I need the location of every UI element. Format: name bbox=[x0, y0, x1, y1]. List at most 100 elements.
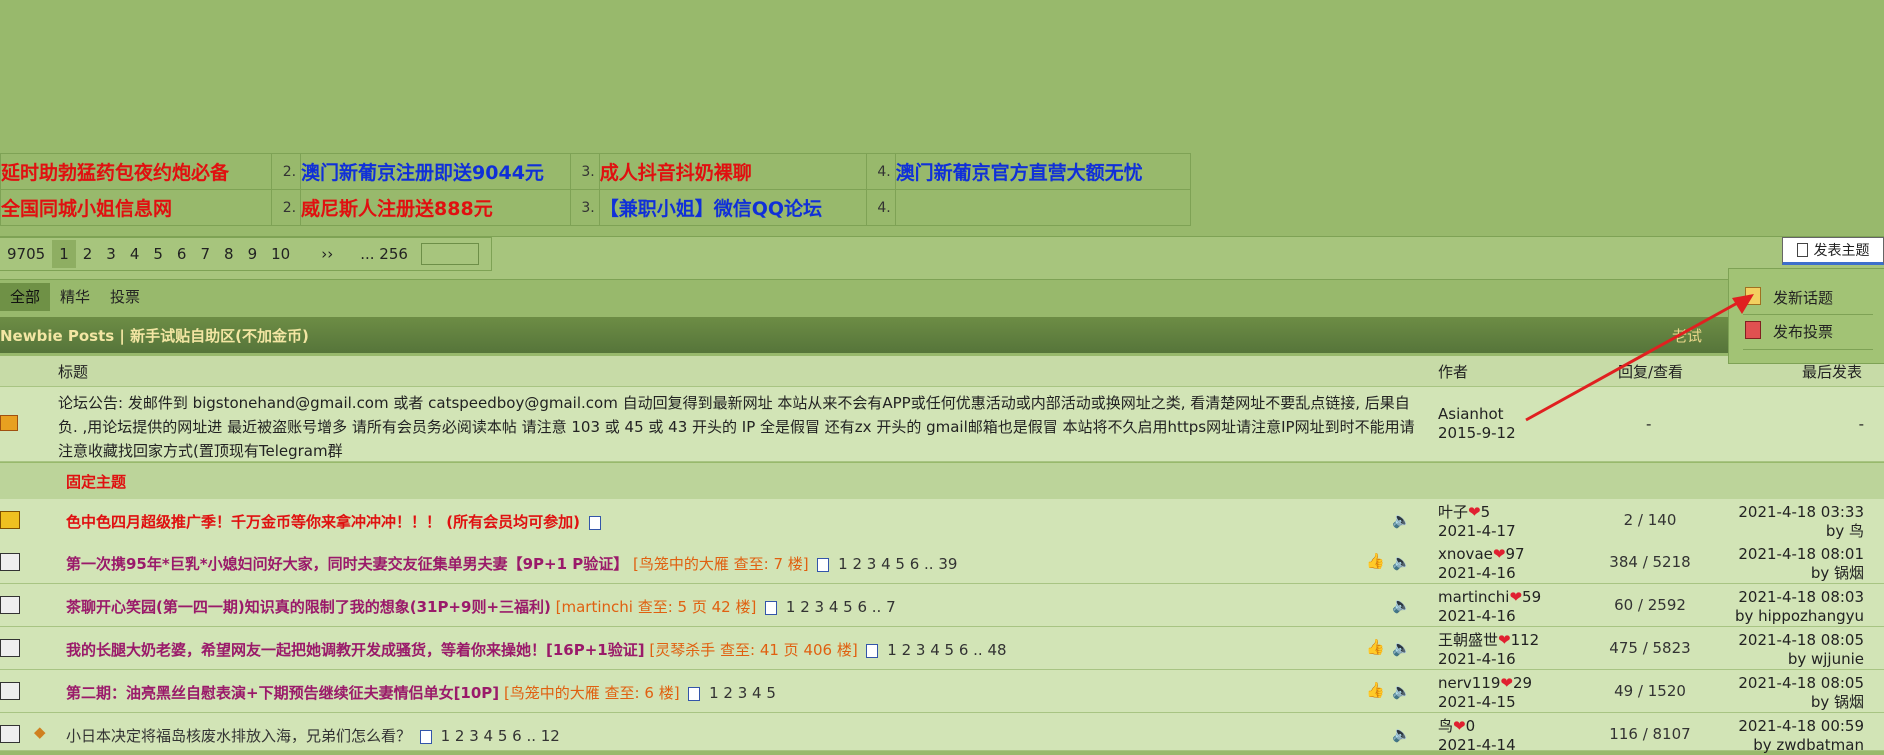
tab-digest[interactable]: 精华 bbox=[50, 283, 100, 311]
ad-num: 4. bbox=[866, 189, 896, 226]
thread-title[interactable]: 第二期：油亮黑丝自慰表演+下期预告继续征夫妻情侣单女[10P] bbox=[66, 684, 499, 702]
announcement-author[interactable]: Asianhot bbox=[1438, 405, 1516, 424]
new-badge-icon bbox=[588, 515, 601, 530]
ad-link[interactable]: 威尼斯人注册送888元 bbox=[300, 189, 572, 226]
total-count: 9705 bbox=[7, 245, 46, 263]
pinned-label: 固定主题 bbox=[66, 473, 127, 491]
last-post-time[interactable]: 2021-4-18 00:59 bbox=[1738, 717, 1864, 736]
replies-views: 49 / 1520 bbox=[1614, 682, 1686, 700]
author-name[interactable]: 叶子 bbox=[1438, 503, 1468, 521]
thread-title[interactable]: 第一次携95年*巨乳*小媳妇问好大家，同时夫妻交友征集单男夫妻【9P+1 P验证… bbox=[66, 555, 628, 573]
thread-pages[interactable]: 1 2 3 4 5 6 .. 48 bbox=[887, 641, 1006, 659]
thread-pages[interactable]: 1 2 3 4 5 6 .. 7 bbox=[786, 598, 896, 616]
ad-link[interactable]: 澳门新葡京官方直营大额无忧 bbox=[894, 153, 1192, 190]
diamond-icon: ◆ bbox=[34, 723, 46, 741]
thread-title-cell: 色中色四月超级推广季！千万金币等你来拿冲冲冲！！！ (所有会员均可参加) bbox=[66, 511, 605, 532]
author-name[interactable]: 王朝盛世 bbox=[1438, 631, 1498, 649]
page-link[interactable]: 7 bbox=[193, 240, 217, 268]
page-icon bbox=[765, 600, 778, 615]
page-link[interactable]: 10 bbox=[264, 240, 297, 268]
page-link[interactable]: 6 bbox=[170, 240, 194, 268]
author-name[interactable]: nerv119 bbox=[1438, 674, 1500, 692]
replies-views: 116 / 8107 bbox=[1609, 725, 1691, 743]
thread-title[interactable]: 小日本决定将福岛核废水排放入海，兄弟们怎么看？ bbox=[66, 727, 411, 745]
annotation-arrow bbox=[1525, 294, 1754, 422]
next-page-link[interactable]: ›› bbox=[297, 240, 340, 268]
page-link[interactable]: 4 bbox=[123, 240, 147, 268]
pagination: 9705 1 2 3 4 5 6 7 8 9 10 ›› ... 256 bbox=[0, 237, 492, 271]
page-link[interactable]: 3 bbox=[99, 240, 123, 268]
thread-pages[interactable]: 1 2 3 4 5 bbox=[709, 684, 776, 702]
last-post-by[interactable]: by 鸟 bbox=[1738, 522, 1864, 541]
last-post-by[interactable]: by 锅烟 bbox=[1738, 693, 1864, 712]
ad-link[interactable]: 澳门新葡京注册即送9044元 bbox=[300, 153, 572, 190]
thread-row: ◆ 小日本决定将福岛核废水排放入海，兄弟们怎么看？ 1 2 3 4 5 6 ..… bbox=[0, 713, 1884, 754]
author-cell: martinchi❤59 2021-4-16 bbox=[1438, 588, 1541, 626]
thread-pages[interactable]: 1 2 3 4 5 6 .. 12 bbox=[441, 727, 560, 745]
ad-link[interactable]: 延时助勃猛药包夜约炮必备 bbox=[0, 153, 273, 190]
author-name[interactable]: xnovae bbox=[1438, 545, 1493, 563]
page-link[interactable]: 9 bbox=[241, 240, 265, 268]
thread-pages[interactable]: 1 2 3 4 5 6 .. 39 bbox=[838, 555, 957, 573]
last-post-by[interactable]: by wjjunie bbox=[1738, 650, 1864, 669]
thumb-icon: 👍 bbox=[1366, 552, 1385, 570]
post-date: 2021-4-14 bbox=[1438, 736, 1516, 754]
page-link[interactable]: 5 bbox=[146, 240, 170, 268]
thread-title[interactable]: 色中色四月超级推广季！千万金币等你来拿冲冲冲！！！ (所有会员均可参加) bbox=[66, 513, 580, 531]
page-link[interactable]: 8 bbox=[217, 240, 241, 268]
heart-icon: ❤ bbox=[1500, 674, 1513, 692]
last-page-link[interactable]: ... 256 bbox=[340, 240, 415, 268]
last-post-time[interactable]: 2021-4-18 08:05 bbox=[1738, 631, 1864, 650]
announcement-date: 2015-9-12 bbox=[1438, 424, 1516, 442]
new-post-label: 发表主题 bbox=[1813, 243, 1870, 259]
folder-icon bbox=[0, 553, 20, 571]
ad-num: 2. bbox=[271, 153, 302, 190]
thread-row: 我的长腿大奶老婆，希望网友一起把她调教开发成骚货，等着你来操她！[16P+1验证… bbox=[0, 627, 1884, 670]
last-post-by[interactable]: by 锅烟 bbox=[1738, 564, 1864, 583]
forum-title: Newbie Posts | 新手试贴自助区(不加金币) bbox=[0, 326, 309, 345]
envelope-icon bbox=[0, 511, 20, 529]
last-post-by[interactable]: by hippozhangyu bbox=[1735, 607, 1864, 626]
page-jump-input[interactable] bbox=[420, 243, 479, 265]
menu-item-new-poll[interactable]: 发布投票 bbox=[1773, 321, 1833, 342]
guide-link[interactable]: [鸟笼中的大雁 查至: 7 楼] bbox=[633, 555, 809, 573]
folder-icon bbox=[0, 596, 20, 614]
last-post-time[interactable]: 2021-4-18 08:01 bbox=[1738, 545, 1864, 564]
last-post-time[interactable]: 2021-4-18 08:05 bbox=[1738, 674, 1864, 693]
thread-title[interactable]: 茶聊开心笑园(第一四一期)知识真的限制了我的想象(31P+9则+三福利) bbox=[66, 598, 551, 616]
ad-link[interactable]: 【兼职小姐】微信QQ论坛 bbox=[598, 189, 868, 226]
heart-icon: ❤ bbox=[1492, 545, 1506, 563]
ad-link[interactable]: 成人抖音抖奶裸聊 bbox=[598, 153, 868, 190]
page-link[interactable]: 2 bbox=[76, 240, 100, 268]
folder-icon bbox=[0, 682, 20, 700]
author-name[interactable]: martinchi bbox=[1438, 588, 1509, 606]
folder-icon bbox=[0, 725, 20, 743]
ad-table: 延时助勃猛药包夜约炮必备 2. 澳门新葡京注册即送9044元 3. 成人抖音抖奶… bbox=[0, 153, 1192, 226]
guide-link[interactable]: [灵琴杀手 查至: 41 页 406 楼] bbox=[649, 641, 857, 659]
post-date: 2021-4-17 bbox=[1438, 522, 1516, 540]
tab-poll[interactable]: 投票 bbox=[100, 283, 150, 311]
last-post-time[interactable]: 2021-4-18 03:33 bbox=[1738, 503, 1864, 522]
last-post-cell: 2021-4-18 08:05 by wjjunie bbox=[1738, 631, 1864, 669]
speaker-icon: 🔈 bbox=[1392, 682, 1411, 700]
last-post-by[interactable]: by zwdbatman bbox=[1738, 736, 1864, 755]
tab-all[interactable]: 全部 bbox=[0, 283, 51, 311]
thread-title[interactable]: 我的长腿大奶老婆，希望网友一起把她调教开发成骚货，等着你来操她！[16P+1验证… bbox=[66, 641, 645, 659]
ad-link[interactable]: 全国同城小姐信息网 bbox=[0, 189, 273, 226]
guide-link[interactable]: [鸟笼中的大雁 查至: 6 楼] bbox=[504, 684, 680, 702]
folder-icon bbox=[0, 639, 20, 657]
author-name[interactable]: 鸟 bbox=[1438, 717, 1453, 735]
ad-row: 全国同城小姐信息网 2. 威尼斯人注册送888元 3. 【兼职小姐】微信QQ论坛… bbox=[0, 189, 1192, 226]
author-cell: 叶子❤5 2021-4-17 bbox=[1438, 503, 1516, 541]
thumb-icon: 👍 bbox=[1366, 681, 1385, 699]
thread-title-cell: 第一次携95年*巨乳*小媳妇问好大家，同时夫妻交友征集单男夫妻【9P+1 P验证… bbox=[66, 553, 957, 574]
last-post-time[interactable]: 2021-4-18 08:03 bbox=[1735, 588, 1864, 607]
menu-item-new-topic[interactable]: 发新话题 bbox=[1773, 287, 1833, 308]
ad-num: 3. bbox=[570, 153, 600, 190]
announcement-text[interactable]: 论坛公告: 发邮件到 bigstonehand@gmail.com 或者 cat… bbox=[58, 391, 1424, 463]
thread-title-cell: 茶聊开心笑园(第一四一期)知识真的限制了我的想象(31P+9则+三福利) [ma… bbox=[66, 596, 896, 617]
guide-link[interactable]: [martinchi 查至: 5 页 42 楼] bbox=[556, 598, 757, 616]
page-link-current[interactable]: 1 bbox=[52, 240, 76, 268]
new-post-button[interactable]: 发表主题 bbox=[1782, 237, 1884, 265]
speaker-icon: 🔈 bbox=[1392, 511, 1411, 529]
